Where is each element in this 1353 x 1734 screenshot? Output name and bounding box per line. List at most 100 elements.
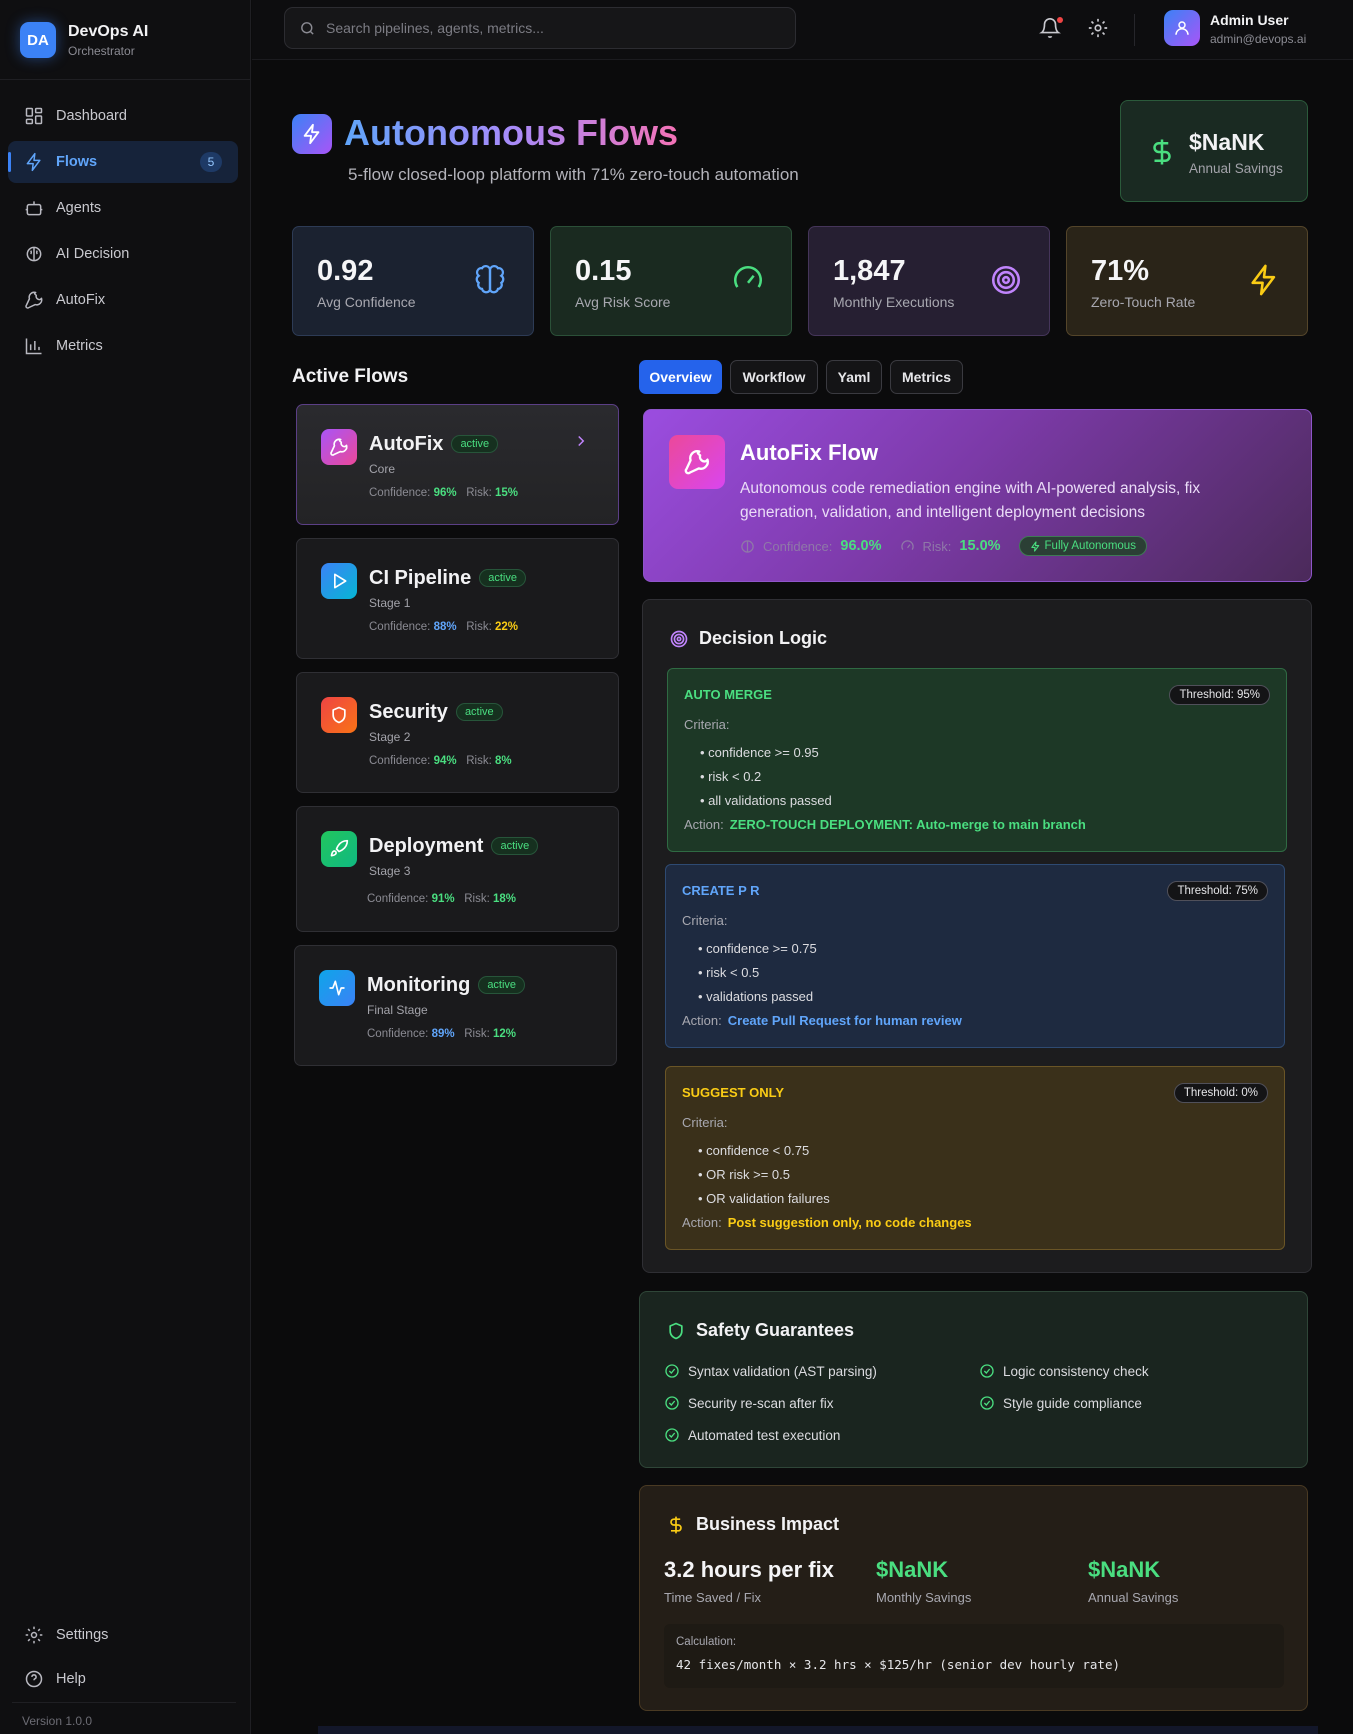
sidebar-item-settings[interactable]: Settings <box>8 1615 238 1655</box>
risk-label: Risk: <box>466 755 492 767</box>
stat-value: 71% <box>1091 255 1150 287</box>
flows-count-badge: 5 <box>200 152 222 172</box>
gear-icon <box>25 1626 43 1644</box>
activity-icon <box>329 980 345 996</box>
confidence-label: Confidence: <box>367 1028 429 1040</box>
user-name[interactable]: Admin User <box>1210 12 1289 28</box>
criteria-list: confidence >= 0.75 risk < 0.5 validation… <box>698 937 817 1009</box>
action-label: Action: <box>682 1013 722 1028</box>
flow-name-text: CI Pipeline <box>369 567 472 589</box>
rule-action: Action: Post suggestion only, no code cha… <box>682 1215 972 1230</box>
panel-title-text: Decision Logic <box>699 628 828 648</box>
wrench-icon <box>684 450 709 475</box>
bar-chart-icon <box>25 338 42 355</box>
zap-icon <box>1030 540 1039 552</box>
monthly-savings-value: $NaNK <box>876 1557 949 1582</box>
brand[interactable]: DA DevOps AI Orchestrator <box>20 22 148 58</box>
criteria-item: risk < 0.2 <box>700 765 832 789</box>
flow-icon <box>321 697 357 733</box>
sidebar-item-label: Help <box>56 1671 86 1687</box>
flow-card-ci-pipeline[interactable]: CI Pipeline active Stage 1 Confidence: 88… <box>296 538 619 659</box>
wrench-icon <box>330 438 348 456</box>
safety-item-text: Security re-scan after fix <box>688 1395 834 1411</box>
risk-label: Risk: <box>464 893 490 905</box>
flow-risk: 8% <box>494 755 512 767</box>
safety-item: Logic consistency check <box>979 1363 1149 1379</box>
stat-value: 1,847 <box>833 255 906 287</box>
tab-yaml[interactable]: Yaml <box>826 360 882 394</box>
flow-card-security[interactable]: Security active Stage 2 Confidence: 94% R… <box>296 672 619 793</box>
flow-confidence: 91% <box>431 893 455 905</box>
flow-confidence: 96% <box>433 487 457 499</box>
dollar-icon <box>1153 139 1171 165</box>
status-badge: active <box>478 976 526 994</box>
flow-icon <box>321 831 357 867</box>
page-title: Autonomous Flows <box>344 112 678 153</box>
sidebar-nav: Dashboard Flows 5 Agents AI Decision Aut… <box>8 95 238 371</box>
criteria-item: OR risk >= 0.5 <box>698 1163 830 1187</box>
flow-name: Deployment active <box>369 835 539 858</box>
stat-value: 0.15 <box>575 255 632 287</box>
safety-item-text: Logic consistency check <box>1003 1363 1149 1379</box>
status-badge: active <box>455 703 503 721</box>
action-label: Action: <box>684 817 724 832</box>
flow-card-deployment[interactable]: Deployment active Stage 3 Confidence: 91%… <box>296 806 619 932</box>
page-title-icon <box>292 114 332 154</box>
sidebar-item-label: Agents <box>56 200 102 216</box>
sidebar-divider <box>0 79 251 80</box>
tab-workflow[interactable]: Workflow <box>730 360 818 394</box>
confidence-label: Confidence: <box>369 621 431 633</box>
tab-metrics[interactable]: Metrics <box>890 360 963 394</box>
search-box[interactable] <box>284 7 796 49</box>
rule-name: AUTO MERGE <box>684 687 772 702</box>
safety-item-text: Automated test execution <box>688 1427 841 1443</box>
sidebar-item-label: AI Decision <box>56 246 130 262</box>
calculation-text: 42 fixes/month × 3.2 hrs × $125/hr (seni… <box>676 1657 1121 1672</box>
notification-dot <box>1057 17 1063 23</box>
annual-savings-value: $NaNK <box>1189 129 1265 155</box>
search-input[interactable] <box>326 20 766 36</box>
flow-detail-metrics: Confidence: 96.0% Risk: 15.0% Fully Auto… <box>740 536 1147 556</box>
tab-overview[interactable]: Overview <box>639 360 722 394</box>
sidebar-item-agents[interactable]: Agents <box>8 187 238 229</box>
threshold-badge: Threshold: 0% <box>1173 1083 1268 1103</box>
avatar[interactable] <box>1164 10 1200 46</box>
user-icon <box>1175 21 1189 35</box>
criteria-item: confidence >= 0.75 <box>698 937 817 961</box>
active-flows-title: Active Flows <box>292 366 409 387</box>
bot-icon <box>25 201 43 216</box>
flow-detail-banner: AutoFix Flow Autonomous code remediation… <box>643 409 1312 582</box>
rule-suggest-only: SUGGEST ONLY Threshold: 0% Criteria: con… <box>665 1066 1285 1250</box>
flow-risk: 18% <box>492 893 516 905</box>
business-impact-panel: Business Impact 3.2 hours per fix Time S… <box>639 1485 1308 1711</box>
gauge-icon <box>734 266 762 288</box>
sidebar-item-flows[interactable]: Flows 5 <box>8 141 238 183</box>
sidebar-item-metrics[interactable]: Metrics <box>8 325 238 367</box>
criteria-item: all validations passed <box>700 789 832 813</box>
gear-icon[interactable] <box>1087 17 1109 39</box>
stat-card-risk: 0.15 Avg Risk Score <box>550 226 792 336</box>
annual-savings-card: $NaNK Annual Savings <box>1120 100 1308 202</box>
stat-label: Avg Risk Score <box>575 294 671 310</box>
rule-name: SUGGEST ONLY <box>682 1085 785 1100</box>
safety-title: Safety Guarantees <box>666 1320 854 1341</box>
flow-risk: 12% <box>492 1028 516 1040</box>
criteria-label: Criteria: <box>684 717 730 732</box>
decision-logic-panel: Decision Logic AUTO MERGE Threshold: 95%… <box>642 599 1312 1273</box>
rule-action: Action: ZERO-TOUCH DEPLOYMENT: Auto-merge… <box>684 817 1086 832</box>
calculation-label: Calculation: <box>676 1636 737 1648</box>
flow-detail-title: AutoFix Flow <box>740 440 879 465</box>
sidebar-item-dashboard[interactable]: Dashboard <box>8 95 238 137</box>
sidebar-item-help[interactable]: Help <box>8 1659 238 1699</box>
sidebar-item-label: Flows <box>56 154 98 170</box>
criteria-item: risk < 0.5 <box>698 961 817 985</box>
sidebar-item-label: Settings <box>56 1627 109 1643</box>
flow-icon <box>319 970 355 1006</box>
action-text: Post suggestion only, no code changes <box>727 1215 972 1230</box>
sidebar-item-ai-decision[interactable]: AI Decision <box>8 233 238 275</box>
flow-card-autofix[interactable]: AutoFix active Core Confidence: 96% Risk:… <box>296 404 619 525</box>
sidebar-item-autofix[interactable]: AutoFix <box>8 279 238 321</box>
flow-card-monitoring[interactable]: Monitoring active Final Stage Confidence:… <box>294 945 617 1066</box>
confidence-label: Confidence: <box>369 487 431 499</box>
safety-guarantees-panel: Safety Guarantees Syntax validation (AST… <box>639 1291 1308 1468</box>
